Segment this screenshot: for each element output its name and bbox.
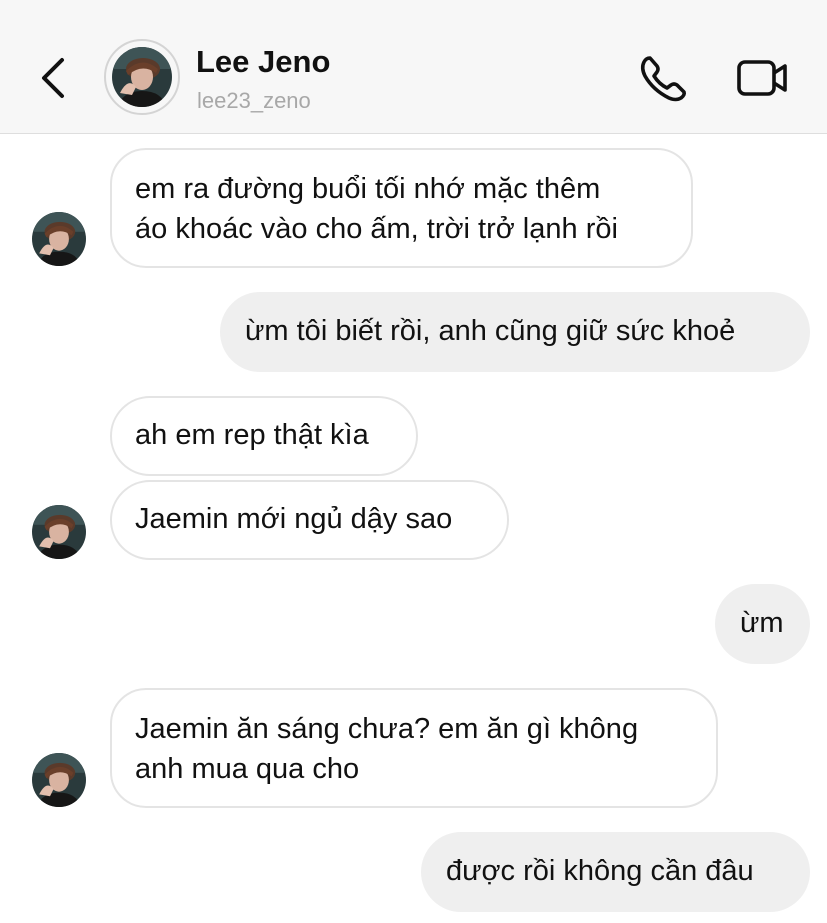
message-text-line: anh mua qua cho	[135, 753, 360, 785]
message-text: ah em rep thật kìa	[135, 419, 369, 451]
phone-icon	[640, 56, 686, 102]
call-button[interactable]	[636, 52, 692, 104]
video-call-button[interactable]	[734, 56, 790, 100]
avatar-photo	[112, 47, 172, 107]
chevron-left-icon	[42, 58, 64, 98]
outgoing-message-bubble[interactable]: được rồi không cần đâu	[421, 832, 810, 912]
message-text: ừm tôi biết rồi, anh cũng giữ sức khoẻ	[245, 315, 736, 347]
sender-avatar[interactable]	[32, 505, 86, 559]
chat-header: Lee Jeno lee23_zeno	[0, 0, 827, 134]
contact-username: lee23_zeno	[197, 88, 311, 113]
outgoing-message-bubble[interactable]: ừm tôi biết rồi, anh cũng giữ sức khoẻ	[220, 292, 810, 372]
back-button[interactable]	[32, 48, 76, 108]
contact-avatar[interactable]	[104, 39, 180, 115]
contact-name[interactable]: Lee Jeno	[196, 44, 330, 80]
incoming-message-bubble[interactable]: ah em rep thật kìa	[110, 396, 418, 476]
incoming-message-bubble[interactable]: Jaemin ăn sáng chưa? em ăn gì không anh …	[110, 688, 718, 808]
message-text: ừm	[740, 607, 784, 639]
sender-avatar[interactable]	[32, 753, 86, 807]
message-text-line: em ra đường buổi tối nhớ mặc thêm	[135, 173, 601, 205]
message-text: được rồi không cần đâu	[446, 855, 754, 887]
incoming-message-bubble[interactable]: em ra đường buổi tối nhớ mặc thêm áo kho…	[110, 148, 693, 268]
incoming-message-bubble[interactable]: Jaemin mới ngủ dậy sao	[110, 480, 509, 560]
message-text: Jaemin mới ngủ dậy sao	[135, 503, 453, 535]
sender-avatar[interactable]	[32, 212, 86, 266]
outgoing-message-bubble[interactable]: ừm	[715, 584, 810, 664]
message-text-line: áo khoác vào cho ấm, trời trở lạnh rồi	[135, 213, 618, 245]
video-camera-icon	[737, 60, 787, 96]
message-text-line: Jaemin ăn sáng chưa? em ăn gì không	[135, 713, 639, 745]
